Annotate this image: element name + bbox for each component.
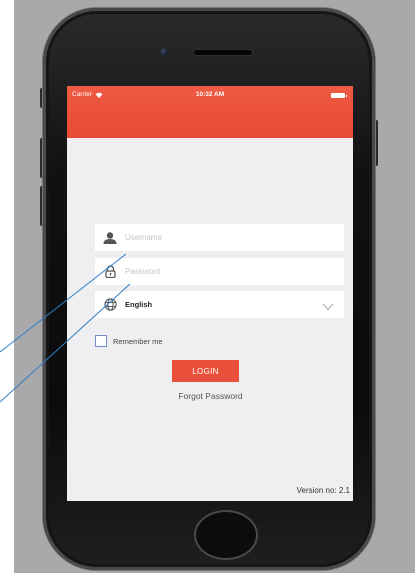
battery-icon xyxy=(331,93,347,98)
earpiece-speaker xyxy=(194,50,252,55)
chevron-down-icon[interactable] xyxy=(322,298,334,316)
username-field[interactable]: Username xyxy=(95,224,344,251)
status-time: 10:32 AM xyxy=(195,91,225,98)
version-label: Version no: 2.1 xyxy=(296,486,350,495)
forgot-password-link[interactable]: Forgot Password xyxy=(152,391,269,401)
front-camera xyxy=(160,48,168,56)
password-input[interactable]: Password xyxy=(125,267,160,276)
login-button[interactable]: LOGIN xyxy=(172,360,239,382)
language-select[interactable]: English xyxy=(95,291,344,318)
password-field[interactable]: Password xyxy=(95,258,344,285)
remember-me-label: Remember me xyxy=(113,336,163,346)
lock-icon xyxy=(95,265,125,278)
home-button[interactable] xyxy=(194,510,258,560)
language-selected-value: English xyxy=(125,300,153,309)
username-input[interactable]: Username xyxy=(125,233,162,242)
globe-icon xyxy=(95,298,125,311)
app-screen: Carrier 10:32 AM Username Password Engli… xyxy=(67,86,353,501)
app-header: Carrier 10:32 AM xyxy=(67,86,353,138)
user-icon xyxy=(95,231,125,244)
remember-me-checkbox[interactable] xyxy=(95,335,107,347)
status-bar: Carrier 10:32 AM xyxy=(67,91,353,105)
remember-me-row[interactable]: Remember me xyxy=(95,335,163,347)
